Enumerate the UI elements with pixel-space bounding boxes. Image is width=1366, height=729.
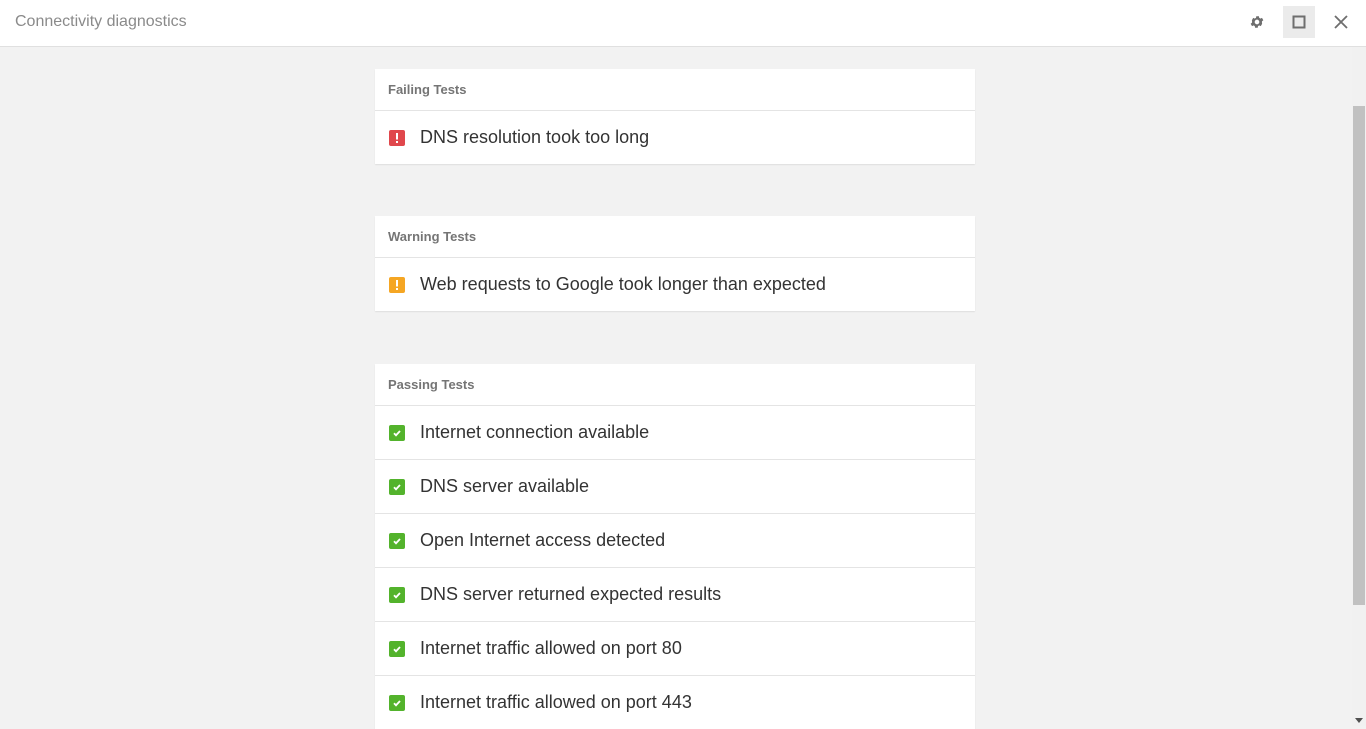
check-icon: [389, 532, 405, 549]
check-icon: [389, 478, 405, 495]
scrollbar-thumb[interactable]: [1353, 106, 1365, 605]
test-row: Open Internet access detected: [375, 514, 975, 568]
test-label: Internet connection available: [420, 422, 650, 442]
failing-tests-card: Failing Tests DNS resolution took too lo…: [375, 69, 975, 164]
test-row: Internet connection available: [375, 406, 975, 460]
check-icon: [389, 640, 405, 657]
test-row: DNS server returned expected results: [375, 568, 975, 622]
settings-button[interactable]: [1241, 6, 1273, 38]
title-bar: Connectivity diagnostics: [0, 0, 1366, 47]
scroll-down-arrow-icon[interactable]: [1355, 718, 1363, 723]
test-row: DNS server available: [375, 460, 975, 514]
warning-icon: [389, 276, 405, 293]
diagnostics-content: Failing Tests DNS resolution took too lo…: [0, 47, 1352, 729]
vertical-scrollbar[interactable]: [1352, 47, 1366, 726]
test-row: Internet traffic allowed on port 443: [375, 676, 975, 729]
test-label: Internet traffic allowed on port 443: [420, 692, 692, 712]
maximize-icon: [1292, 15, 1306, 29]
maximize-button[interactable]: [1283, 6, 1315, 38]
section-header: Warning Tests: [375, 216, 975, 258]
section-header: Passing Tests: [375, 364, 975, 406]
test-label: Open Internet access detected: [420, 530, 666, 550]
passing-tests-card: Passing Tests Internet connection availa…: [375, 364, 975, 729]
section-header: Failing Tests: [375, 69, 975, 111]
test-label: DNS server returned expected results: [420, 584, 722, 604]
error-icon: [389, 129, 405, 146]
close-button[interactable]: [1325, 6, 1357, 38]
gear-icon: [1250, 16, 1264, 28]
check-icon: [389, 424, 405, 441]
close-icon: [1334, 15, 1348, 29]
window-title: Connectivity diagnostics: [15, 13, 187, 30]
test-row: DNS resolution took too long: [375, 111, 975, 164]
check-icon: [389, 694, 405, 711]
test-label: DNS resolution took too long: [420, 127, 650, 147]
test-row: Internet traffic allowed on port 80: [375, 622, 975, 676]
test-label: Web requests to Google took longer than …: [420, 274, 826, 294]
test-label: DNS server available: [420, 476, 590, 496]
test-label: Internet traffic allowed on port 80: [420, 638, 682, 658]
warning-tests-card: Warning Tests Web requests to Google too…: [375, 216, 975, 311]
test-row: Web requests to Google took longer than …: [375, 258, 975, 311]
check-icon: [389, 586, 405, 603]
